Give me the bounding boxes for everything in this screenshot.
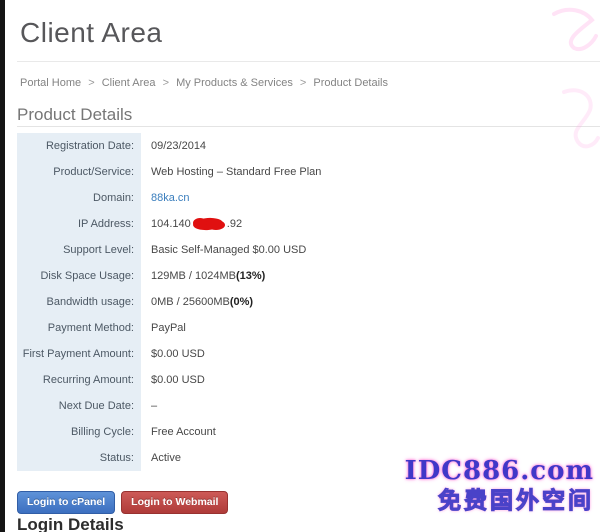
row-value: Web Hosting – Standard Free Plan (141, 159, 421, 185)
row-value: $0.00 USD (141, 367, 421, 393)
table-row-payment-method: Payment Method: PayPal (17, 315, 421, 341)
row-label: First Payment Amount: (17, 341, 141, 367)
breadcrumb-separator: > (159, 77, 173, 89)
value-text: 0MB / 25600MB (151, 296, 230, 308)
row-label: Next Due Date: (17, 393, 141, 419)
breadcrumb-product-details[interactable]: Product Details (313, 77, 388, 89)
value-text: Web Hosting – Standard Free Plan (151, 166, 321, 178)
ip-prefix: 104.140 (151, 218, 191, 230)
value-text: 129MB / 1024MB (151, 270, 236, 282)
row-label: IP Address: (17, 211, 141, 237)
table-row-billing-cycle: Billing Cycle: Free Account (17, 419, 421, 445)
row-value: 0MB / 25600MB (0%) (141, 289, 421, 315)
table-row-next-due-date: Next Due Date: – (17, 393, 421, 419)
row-label: Product/Service: (17, 159, 141, 185)
row-value: Basic Self-Managed $0.00 USD (141, 237, 421, 263)
login-to-webmail-button[interactable]: Login to Webmail (121, 491, 228, 514)
row-label: Bandwidth usage: (17, 289, 141, 315)
row-label: Domain: (17, 185, 141, 211)
value-text: PayPal (151, 322, 186, 334)
breadcrumb-separator: > (84, 77, 98, 89)
row-value: Active (141, 445, 421, 471)
domain-link[interactable]: 88ka.cn (151, 192, 190, 204)
breadcrumb-separator: > (296, 77, 310, 89)
table-row-first-payment-amount: First Payment Amount: $0.00 USD (17, 341, 421, 367)
value-text: 09/23/2014 (151, 140, 206, 152)
breadcrumb: Portal Home > Client Area > My Products … (20, 77, 388, 89)
table-row-product-service: Product/Service: Web Hosting – Standard … (17, 159, 421, 185)
row-value: 88ka.cn (141, 185, 421, 211)
watermark: IDC886.com 免费国外空间 (405, 458, 594, 512)
window-left-edge (0, 0, 5, 532)
row-label: Disk Space Usage: (17, 263, 141, 289)
row-label: Support Level: (17, 237, 141, 263)
value-text: $0.00 USD (151, 374, 205, 386)
row-label: Recurring Amount: (17, 367, 141, 393)
page-title: Client Area (20, 17, 162, 49)
value-text: – (151, 400, 157, 412)
pink-scribble-marks (540, 0, 600, 160)
row-label: Registration Date: (17, 133, 141, 159)
table-row-recurring-amount: Recurring Amount: $0.00 USD (17, 367, 421, 393)
row-label: Status: (17, 445, 141, 471)
watermark-site-name: IDC886.com (405, 458, 594, 484)
table-row-domain: Domain: 88ka.cn (17, 185, 421, 211)
title-divider (17, 61, 600, 62)
login-details-title: Login Details (17, 515, 124, 532)
row-value: 129MB / 1024MB (13%) (141, 263, 421, 289)
table-row-status: Status: Active (17, 445, 421, 471)
table-row-bandwidth-usage: Bandwidth usage: 0MB / 25600MB (0%) (17, 289, 421, 315)
value-text: Free Account (151, 426, 216, 438)
row-value: PayPal (141, 315, 421, 341)
breadcrumb-my-products[interactable]: My Products & Services (176, 77, 293, 89)
section-divider (17, 126, 600, 127)
ip-suffix: .92 (227, 218, 242, 230)
login-to-cpanel-button[interactable]: Login to cPanel (17, 491, 115, 514)
row-value: Free Account (141, 419, 421, 445)
breadcrumb-portal-home[interactable]: Portal Home (20, 77, 81, 89)
table-row-registration-date: Registration Date: 09/23/2014 (17, 133, 421, 159)
ip-redaction-scribble (192, 217, 226, 231)
value-percent: (0%) (230, 296, 253, 308)
section-title: Product Details (17, 105, 132, 125)
row-label: Payment Method: (17, 315, 141, 341)
status-value: Active (151, 452, 181, 464)
product-details-table: Registration Date: 09/23/2014 Product/Se… (17, 133, 421, 471)
value-text: $0.00 USD (151, 348, 205, 360)
value-text: Basic Self-Managed $0.00 USD (151, 244, 306, 256)
row-value: 09/23/2014 (141, 133, 421, 159)
value-percent: (13%) (236, 270, 265, 282)
table-row-support-level: Support Level: Basic Self-Managed $0.00 … (17, 237, 421, 263)
table-row-ip-address: IP Address: 104.140 .92 (17, 211, 421, 237)
table-row-disk-space-usage: Disk Space Usage: 129MB / 1024MB (13%) (17, 263, 421, 289)
watermark-chinese-text: 免费国外空间 (405, 489, 594, 512)
row-value: $0.00 USD (141, 341, 421, 367)
row-label: Billing Cycle: (17, 419, 141, 445)
action-buttons: Login to cPanel Login to Webmail (17, 491, 228, 514)
row-value: 104.140 .92 (141, 211, 421, 237)
breadcrumb-client-area[interactable]: Client Area (102, 77, 156, 89)
row-value: – (141, 393, 421, 419)
